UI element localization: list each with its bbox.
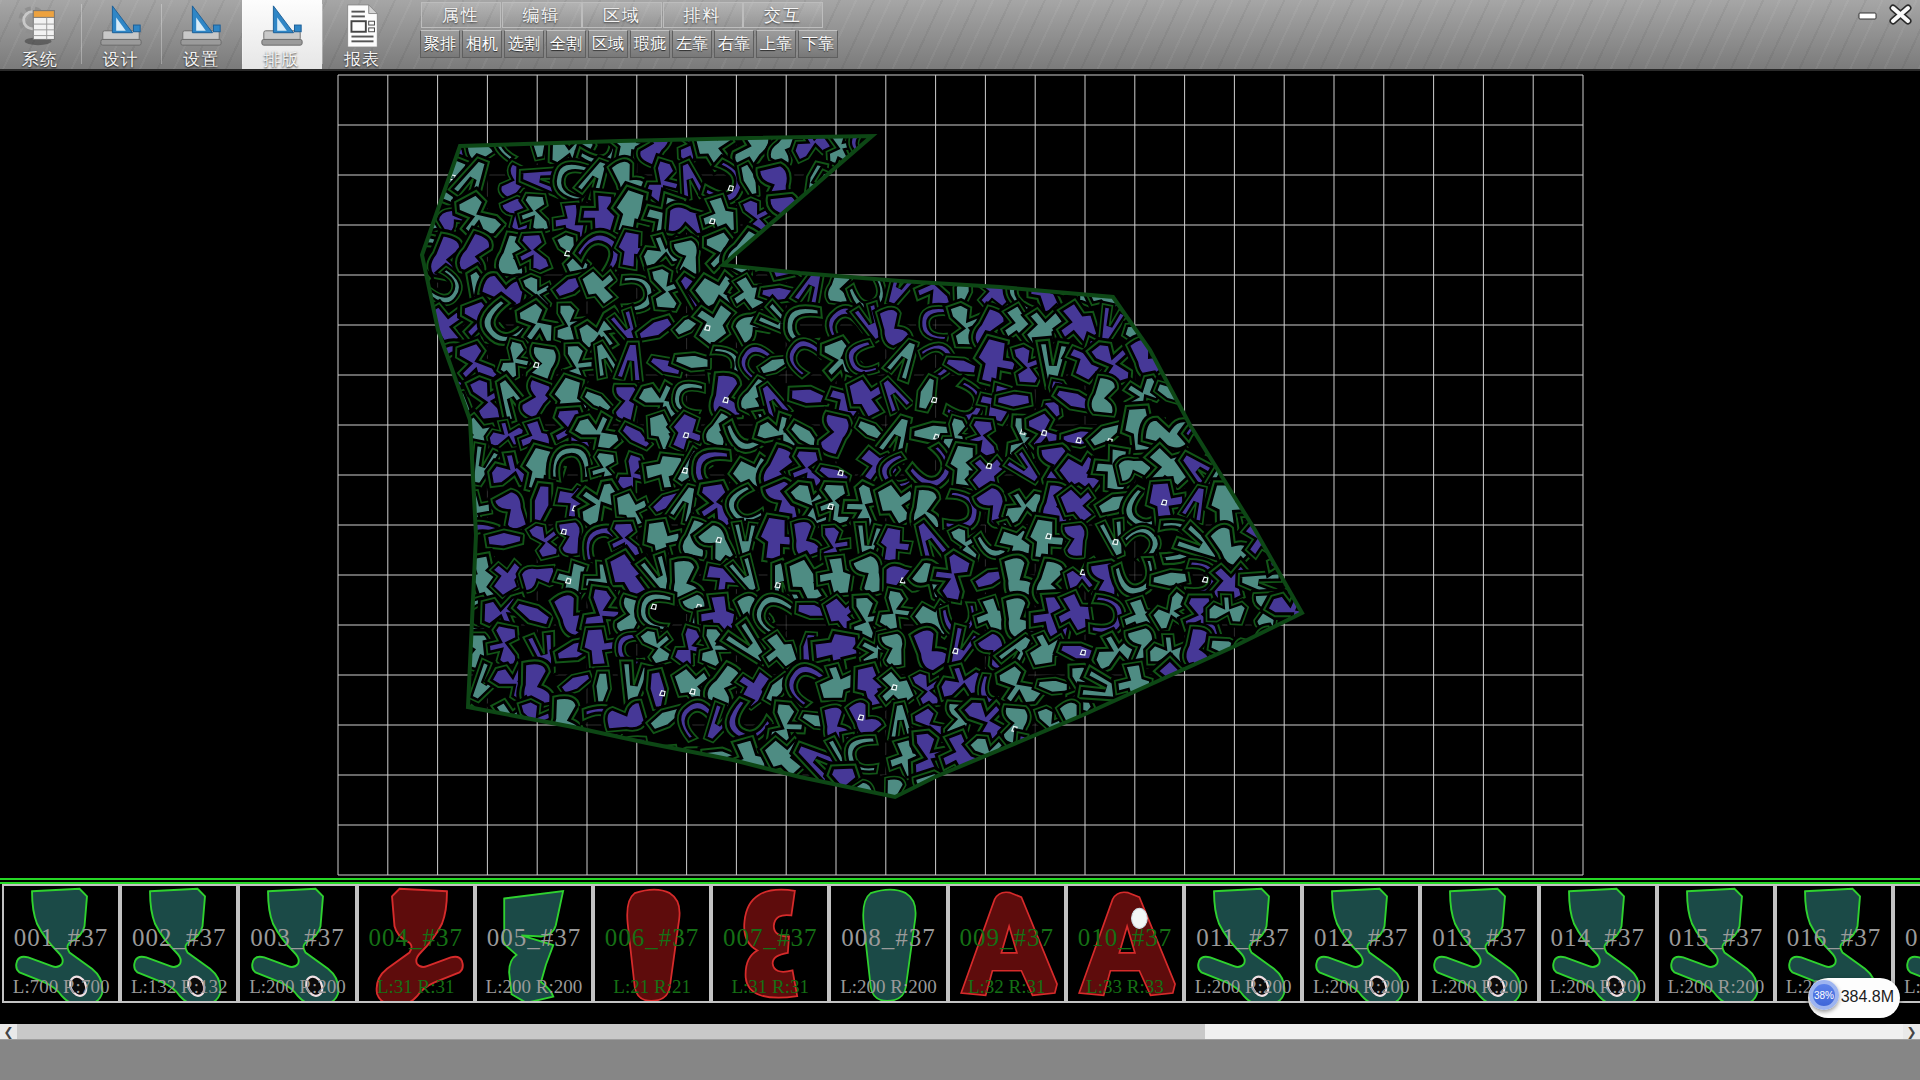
piece-lr-count: L:200 R:200 <box>1541 976 1655 998</box>
piece-thumbnail-008_#37[interactable]: 008_#37 L:200 R:200 <box>829 884 947 1003</box>
piece-thumbnail-009_#37[interactable]: 009_#37 L:32 R:31 <box>948 884 1066 1003</box>
menu-tab-1[interactable]: 属性 <box>421 2 501 28</box>
piece-name: 017_#37 <box>1895 924 1920 952</box>
system-gear-icon <box>17 3 63 49</box>
piece-lr-count: L:200 R:200 <box>831 976 945 998</box>
piece-lr-count: L:200 R:200 <box>1186 976 1300 998</box>
tool-button-8[interactable]: 右靠 <box>714 30 754 58</box>
tool-button-5[interactable]: 区域 <box>588 30 628 58</box>
piece-name: 006_#37 <box>595 924 709 952</box>
nav-button-3[interactable]: 设置 <box>161 0 241 69</box>
piece-name: 003_#37 <box>240 924 354 952</box>
piece-thumbnail-007_#37[interactable]: 007_#37 L:31 R:31 <box>711 884 829 1003</box>
piece-name: 002_#37 <box>122 924 236 952</box>
tool-button-3[interactable]: 选割 <box>504 30 544 58</box>
tool-button-9[interactable]: 上靠 <box>756 30 796 58</box>
piece-name: 008_#37 <box>831 924 945 952</box>
piece-lr-count: L:33 R:33 <box>1068 976 1182 998</box>
piece-thumbnail-004_#37[interactable]: 004_#37 L:31 R:31 <box>357 884 475 1003</box>
memory-value: 384.8M <box>1841 988 1894 1006</box>
progress-circle: 38% <box>1809 980 1839 1010</box>
piece-lr-count: L:21 R:21 <box>595 976 709 998</box>
menu-tab-4[interactable]: 排料 <box>663 2 743 28</box>
piece-lr-count: L:200 R:200 <box>1304 976 1418 998</box>
scroll-left-arrow[interactable]: ❮ <box>0 1024 17 1039</box>
nav-button-1[interactable]: 系统 <box>0 0 80 69</box>
piece-name: 007_#37 <box>713 924 827 952</box>
toolbar: 系统设计设置排版报表属性编辑区域排料交互聚排相机选割全割区域瑕疵左靠右靠上靠下靠 <box>0 0 1920 71</box>
close-button[interactable] <box>1888 4 1913 25</box>
piece-lr-count: L:200 R:200 <box>240 976 354 998</box>
piece-name: 013_#37 <box>1422 924 1536 952</box>
piece-name: 010_#37 <box>1068 924 1182 952</box>
nav-button-label: 设置 <box>183 48 219 71</box>
nav-button-2[interactable]: 设计 <box>81 0 161 69</box>
scroll-right-arrow[interactable]: ❯ <box>1903 1024 1920 1039</box>
menu-tab-3[interactable]: 区域 <box>582 2 662 28</box>
piece-thumbnail-012_#37[interactable]: 012_#37 L:200 R:200 <box>1302 884 1420 1003</box>
piece-thumbnail-013_#37[interactable]: 013_#37 L:200 R:200 <box>1420 884 1538 1003</box>
piece-name: 001_#37 <box>4 924 118 952</box>
piece-name: 012_#37 <box>1304 924 1418 952</box>
piece-lr-count: L:200 R:200 <box>477 976 591 998</box>
piece-thumbnail-015_#37[interactable]: 015_#37 L:200 R:200 <box>1657 884 1775 1003</box>
scrollbar-thumb[interactable] <box>17 1024 1205 1039</box>
piece-lr-count: L:200 R:200 <box>1659 976 1773 998</box>
piece-name: 004_#37 <box>359 924 473 952</box>
tool-button-4[interactable]: 全割 <box>546 30 586 58</box>
piece-lr-count: L:32 R:31 <box>950 976 1064 998</box>
tool-button-2[interactable]: 相机 <box>462 30 502 58</box>
nav-button-5[interactable]: 报表 <box>322 0 402 69</box>
piece-filmstrip: 001_#37L:700 R:700002_#37L:132 R:132003_… <box>0 878 1920 1006</box>
nav-button-label: 排版 <box>264 48 300 71</box>
menu-tab-5[interactable]: 交互 <box>743 2 823 28</box>
piece-name: 014_#37 <box>1541 924 1655 952</box>
piece-name: 016_#37 <box>1777 924 1891 952</box>
piece-thumbnail-017_#37[interactable]: 017_#37L:200 R:200 <box>1893 884 1920 1003</box>
tool-button-7[interactable]: 左靠 <box>672 30 712 58</box>
status-bar <box>0 1039 1920 1080</box>
layout-setsquare-icon <box>259 3 305 49</box>
nav-button-label: 报表 <box>344 48 380 71</box>
piece-name: 009_#37 <box>950 924 1064 952</box>
piece-lr-count: L:31 R:31 <box>359 976 473 998</box>
piece-thumbnail-005_#37[interactable]: 005_#37 L:200 R:200 <box>475 884 593 1003</box>
piece-name: 011_#37 <box>1186 924 1300 952</box>
report-doc-icon <box>339 3 385 49</box>
settings-setsquare-icon <box>178 3 224 49</box>
piece-thumbnail-001_#37[interactable]: 001_#37 L:700 R:700 <box>2 884 120 1003</box>
tool-button-1[interactable]: 聚排 <box>420 30 460 58</box>
nav-button-label: 系统 <box>22 48 58 71</box>
tool-button-6[interactable]: 瑕疵 <box>630 30 670 58</box>
minimize-button[interactable] <box>1856 4 1881 25</box>
piece-name: 015_#37 <box>1659 924 1773 952</box>
piece-thumbnail-006_#37[interactable]: 006_#37 L:21 R:21 <box>593 884 711 1003</box>
piece-lr-count: L:200 R:200 <box>1422 976 1536 998</box>
piece-lr-count: L:132 R:132 <box>122 976 236 998</box>
piece-thumbnail-014_#37[interactable]: 014_#37 L:200 R:200 <box>1539 884 1657 1003</box>
piece-lr-count: L:31 R:31 <box>713 976 827 998</box>
nav-button-label: 设计 <box>103 48 139 71</box>
piece-name: 005_#37 <box>477 924 591 952</box>
menu-tab-2[interactable]: 编辑 <box>502 2 582 28</box>
piece-thumbnail-003_#37[interactable]: 003_#37 L:200 R:200 <box>238 884 356 1003</box>
progress-percent: 38% <box>1814 990 1834 1001</box>
piece-lr-count: L:700 R:700 <box>4 976 118 998</box>
design-setsquare-icon <box>98 3 144 49</box>
tool-button-10[interactable]: 下靠 <box>798 30 838 58</box>
piece-thumbnail-002_#37[interactable]: 002_#37 L:132 R:132 <box>120 884 238 1003</box>
nav-button-4[interactable]: 排版 <box>242 0 322 69</box>
piece-thumbnail-010_#37[interactable]: 010_#37 L:33 R:33 <box>1066 884 1184 1003</box>
piece-thumbnail-011_#37[interactable]: 011_#37 L:200 R:200 <box>1184 884 1302 1003</box>
horizontal-scrollbar[interactable]: ❮ ❯ <box>0 1024 1920 1039</box>
